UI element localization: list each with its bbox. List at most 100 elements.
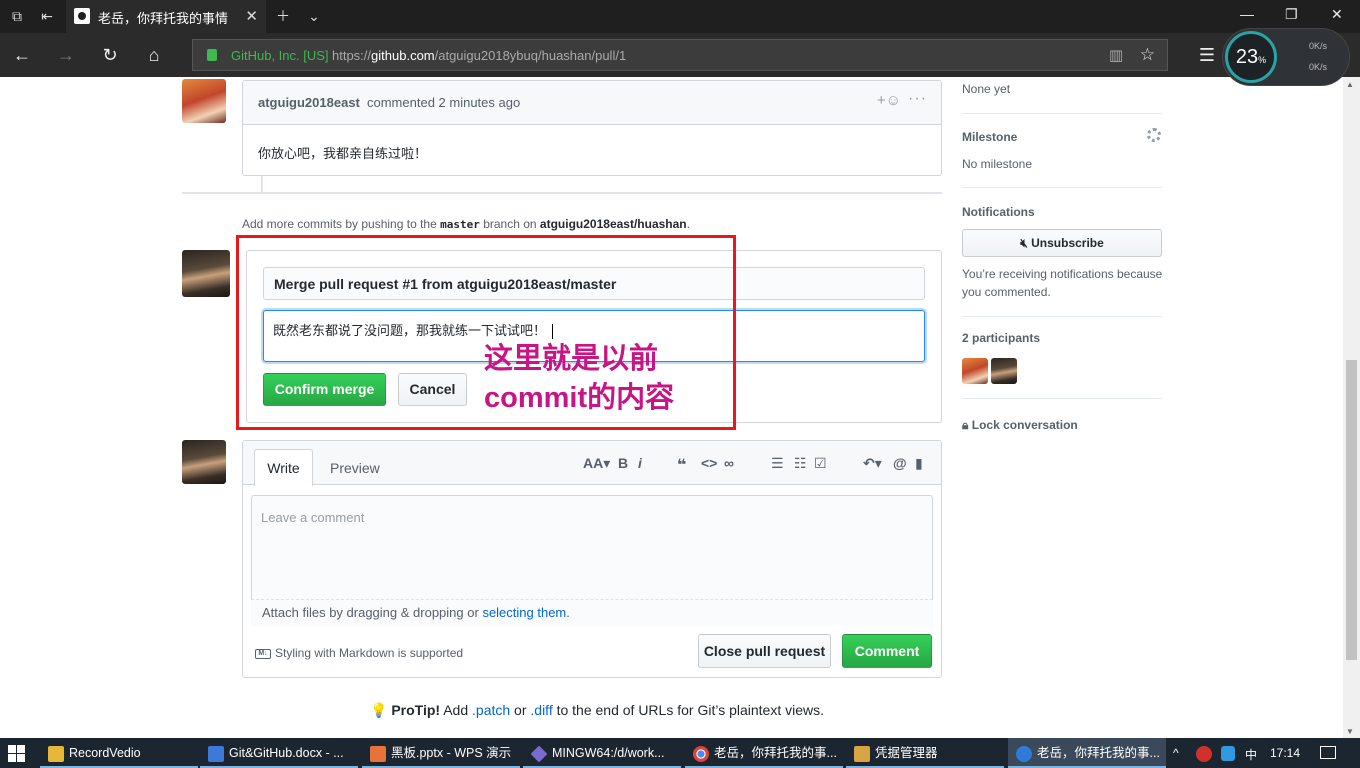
clock[interactable]: 17:14 [1270, 746, 1300, 760]
lock-conversation-link[interactable]: 🔒︎ Lock conversation [962, 418, 1078, 433]
mute-icon: 🔇︎ [1020, 236, 1032, 250]
refresh-icon[interactable]: ↻ [98, 43, 122, 67]
taskbar-item-pptx[interactable]: 黑板.pptx - WPS 演示 [362, 738, 520, 768]
sidebar-divider [962, 187, 1162, 188]
taskbar-item-edge[interactable]: 老岳，你拜托我的事... [1008, 738, 1166, 768]
avatar[interactable] [182, 250, 230, 297]
participant-avatar[interactable] [962, 358, 988, 384]
tab-preview-chevron-icon[interactable]: ⌄ [305, 7, 323, 25]
bold-icon[interactable]: B [618, 455, 628, 471]
reading-view-icon[interactable]: ▥ [1109, 46, 1123, 64]
timeline-comment: atguigu2018east commented 2 minutes ago … [242, 80, 942, 176]
wps-writer-icon [208, 745, 224, 762]
participants-heading: 2 participants [962, 331, 1041, 345]
italic-icon[interactable]: i [638, 455, 642, 471]
windows-start-icon[interactable] [8, 745, 25, 762]
browser-nav-bar: ← → ↻ ⌂ GitHub, Inc. [US] https://github… [0, 33, 1360, 77]
mention-icon[interactable]: @ [893, 455, 907, 471]
numbered-list-icon[interactable]: ☷ [794, 455, 807, 472]
quote-icon[interactable]: ❝ [677, 455, 686, 475]
bulleted-list-icon[interactable]: ☰ [771, 455, 784, 472]
patch-link[interactable]: .patch [472, 702, 510, 718]
forward-arrow-icon[interactable]: → [54, 43, 78, 67]
add-reaction-icon[interactable]: +☺ [877, 92, 901, 109]
favorites-hub-icon[interactable]: ☰ [1195, 43, 1219, 67]
milestone-heading[interactable]: Milestone [962, 130, 1017, 144]
upload-rate: 0K/s [1309, 41, 1328, 51]
scroll-up-icon[interactable]: ▲ [1346, 80, 1354, 89]
text-size-icon[interactable]: AA▾ [583, 455, 610, 472]
ime-indicator[interactable]: 中 [1245, 746, 1257, 763]
saved-replies-icon[interactable]: ▮ [915, 455, 923, 472]
new-tab-icon[interactable]: ＋ [274, 7, 292, 25]
chrome-icon [693, 745, 709, 762]
protip: 💡 ProTip! Add .patch or .diff to the end… [370, 702, 825, 718]
github-favicon-icon [74, 8, 90, 24]
close-window-icon[interactable]: ✕ [1331, 6, 1343, 23]
comment-body: 你放心吧，我都亲自练过啦！ [258, 146, 428, 161]
avatar[interactable] [182, 440, 226, 484]
new-comment-form: Write Preview AA▾ B i ❝ <> ∞ ☰ ☷ ☑ ↶▾ @ … [242, 440, 942, 678]
url-text[interactable]: https://github.com/atguigu2018ybuq/huash… [332, 48, 626, 63]
network-monitor-widget: 23% 0K/s 0K/s [1222, 28, 1350, 86]
comment-button[interactable]: Comment [842, 634, 932, 668]
windows-taskbar: RecordVedio Git&GitHub.docx - ... 黑板.ppt… [0, 738, 1360, 768]
notification-reason: You’re receiving notifications because y… [962, 267, 1163, 299]
security-shield-icon[interactable] [1221, 746, 1235, 761]
set-aside-tabs-icon[interactable]: ⇤ [38, 7, 56, 25]
lock-icon: 🔒︎ [962, 418, 969, 432]
participant-avatar[interactable] [991, 358, 1017, 384]
site-identity[interactable]: GitHub, Inc. [US] [231, 48, 329, 63]
tab-list-icon[interactable]: ⧉ [8, 7, 26, 25]
commit-hint: Add more commits by pushing to the maste… [242, 217, 690, 231]
credential-manager-icon [854, 745, 870, 762]
download-rate: 0K/s [1309, 62, 1328, 72]
comment-timestamp[interactable]: commented 2 minutes ago [367, 95, 520, 110]
task-list-icon[interactable]: ☑ [814, 455, 827, 472]
annotation-text: 这里就是以前 commit的内容 [484, 343, 675, 414]
tab-preview[interactable]: Preview [330, 460, 380, 476]
close-tab-icon[interactable]: ✕ [245, 7, 258, 25]
avatar[interactable] [182, 79, 226, 123]
taskbar-item-recordvedio[interactable]: RecordVedio [40, 738, 198, 768]
branch-name: master [440, 218, 480, 231]
taskbar-item-word[interactable]: Git&GitHub.docx - ... [200, 738, 358, 768]
minimize-icon[interactable]: — [1240, 6, 1254, 22]
unsubscribe-button[interactable]: 🔇︎ Unsubscribe [962, 229, 1162, 257]
link-icon[interactable]: ∞ [724, 455, 734, 471]
timeline-divider [182, 192, 942, 194]
timeline-line [261, 176, 263, 192]
cpu-gauge: 23% [1225, 31, 1277, 83]
browser-tab-active[interactable]: 老岳，你拜托我的事情 ✕ [66, 0, 266, 33]
code-icon[interactable]: <> [701, 455, 717, 471]
milestone-value: No milestone [962, 157, 1033, 171]
scroll-down-icon[interactable]: ▼ [1346, 727, 1354, 736]
sidebar-divider [962, 398, 1162, 399]
favorite-star-icon[interactable]: ☆ [1140, 45, 1155, 65]
restore-icon[interactable]: ❐ [1285, 6, 1298, 23]
taskbar-item-chrome[interactable]: 老岳，你拜托我的事... [685, 738, 843, 768]
gear-icon[interactable] [1147, 128, 1161, 142]
edge-icon [1016, 745, 1032, 762]
diff-link[interactable]: .diff [530, 702, 552, 718]
repo-name[interactable]: atguigu2018east/huashan [540, 217, 687, 231]
home-icon[interactable]: ⌂ [142, 43, 166, 67]
taskbar-item-mingw[interactable]: MINGW64:/d/work... [523, 738, 681, 768]
address-bar[interactable]: GitHub, Inc. [US] https://github.com/atg… [192, 39, 1168, 71]
wps-presentation-icon [370, 745, 386, 762]
attach-files-bar[interactable]: Attach files by dragging & dropping or s… [251, 599, 933, 626]
sidebar-divider [962, 316, 1162, 317]
close-pull-request-button[interactable]: Close pull request [698, 634, 831, 668]
comment-author[interactable]: atguigu2018east [258, 95, 360, 110]
tab-write[interactable]: Write [254, 449, 313, 486]
more-options-icon[interactable]: ··· [908, 90, 927, 108]
action-center-icon[interactable] [1320, 746, 1336, 759]
tray-expand-icon[interactable]: ^ [1173, 746, 1179, 760]
select-files-link[interactable]: selecting them [482, 605, 566, 620]
reply-icon[interactable]: ↶▾ [863, 455, 882, 472]
scrollbar-thumb[interactable] [1346, 360, 1357, 660]
markdown-note[interactable]: M↓ Styling with Markdown is supported [255, 646, 463, 660]
back-arrow-icon[interactable]: ← [10, 43, 34, 67]
tray-app-icon[interactable] [1196, 746, 1212, 762]
taskbar-item-credential-manager[interactable]: 凭据管理器 [846, 738, 1004, 768]
